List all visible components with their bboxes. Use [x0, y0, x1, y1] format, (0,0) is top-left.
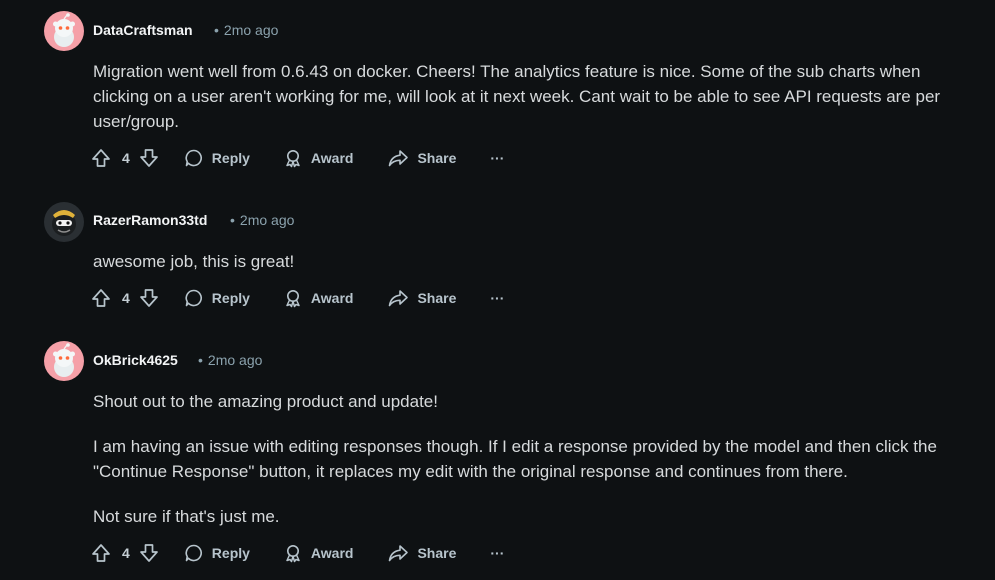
timestamp: • 2mo ago — [230, 212, 294, 228]
comment-body: Migration went well from 0.6.43 on docke… — [93, 62, 941, 131]
reply-button[interactable]: Reply — [184, 288, 250, 308]
comment-bubble-icon — [185, 544, 202, 562]
award-button[interactable]: Award — [283, 288, 354, 308]
separator-dot: • — [230, 212, 235, 228]
award-medal-icon — [286, 545, 300, 563]
more-options-icon: ··· — [490, 150, 505, 166]
timestamp: • 2mo ago — [214, 22, 278, 38]
vote-count: 4 — [122, 150, 130, 166]
share-arrow-icon — [389, 290, 409, 307]
downvote-button[interactable] — [138, 147, 160, 169]
comment-actions: 4 Reply Award Share ··· — [90, 540, 504, 566]
comment-actions: 4 Reply Award Share ··· — [90, 285, 504, 311]
downvote-arrow-icon — [139, 149, 158, 167]
share-button[interactable]: Share — [387, 148, 456, 168]
cartoon-avatar-icon — [44, 202, 84, 242]
upvote-arrow-icon — [92, 289, 110, 307]
avatar[interactable] — [44, 202, 84, 242]
downvote-button[interactable] — [138, 542, 160, 564]
comment-bubble-icon — [185, 289, 202, 307]
reply-label: Reply — [211, 150, 250, 166]
share-button[interactable]: Share — [387, 543, 456, 563]
share-label: Share — [417, 290, 457, 306]
reply-button[interactable]: Reply — [184, 148, 250, 168]
downvote-arrow-icon — [139, 289, 158, 307]
username[interactable]: RazerRamon33td — [93, 212, 207, 228]
timestamp: • 2mo ago — [198, 352, 262, 368]
reply-label: Reply — [211, 290, 250, 306]
avatar[interactable] — [44, 11, 84, 51]
comment-body-paragraph: I am having an issue with editing respon… — [93, 437, 937, 481]
award-label: Award — [310, 545, 354, 561]
share-arrow-icon — [389, 150, 409, 167]
username[interactable]: OkBrick4625 — [93, 352, 178, 368]
comment-body-paragraph: Not sure if that's just me. — [93, 507, 280, 526]
time-text: 2mo ago — [207, 352, 263, 368]
upvote-button[interactable] — [90, 147, 112, 169]
share-arrow-icon — [389, 545, 409, 562]
separator-dot: • — [198, 352, 203, 368]
share-label: Share — [417, 545, 457, 561]
snoo-avatar-icon — [44, 11, 84, 51]
downvote-button[interactable] — [138, 287, 160, 309]
more-options-button[interactable]: ··· — [490, 290, 504, 306]
reply-label: Reply — [211, 545, 250, 561]
avatar[interactable] — [44, 341, 84, 381]
time-text: 2mo ago — [239, 212, 295, 228]
award-button[interactable]: Award — [283, 148, 354, 168]
award-button[interactable]: Award — [283, 543, 354, 563]
vote-count: 4 — [122, 545, 130, 561]
more-options-button[interactable]: ··· — [490, 545, 504, 561]
comment-body: awesome job, this is great! — [93, 252, 295, 271]
username[interactable]: DataCraftsman — [93, 22, 193, 38]
upvote-button[interactable] — [90, 542, 112, 564]
more-options-icon: ··· — [490, 290, 505, 306]
award-label: Award — [310, 150, 354, 166]
upvote-button[interactable] — [90, 287, 112, 309]
award-medal-icon — [286, 290, 300, 308]
downvote-arrow-icon — [139, 544, 158, 562]
comment-body-paragraph: Shout out to the amazing product and upd… — [93, 392, 438, 411]
snoo-avatar-icon — [44, 341, 84, 381]
share-label: Share — [417, 150, 457, 166]
upvote-arrow-icon — [92, 544, 110, 562]
more-options-icon: ··· — [490, 545, 505, 561]
time-text: 2mo ago — [223, 22, 279, 38]
separator-dot: • — [214, 22, 219, 38]
vote-count: 4 — [122, 290, 130, 306]
reply-button[interactable]: Reply — [184, 543, 250, 563]
comment-actions: 4 Reply Award Share ··· — [90, 145, 504, 171]
share-button[interactable]: Share — [387, 288, 456, 308]
award-medal-icon — [286, 150, 300, 168]
award-label: Award — [310, 290, 354, 306]
upvote-arrow-icon — [92, 149, 110, 167]
comment-bubble-icon — [185, 149, 202, 167]
more-options-button[interactable]: ··· — [490, 150, 504, 166]
